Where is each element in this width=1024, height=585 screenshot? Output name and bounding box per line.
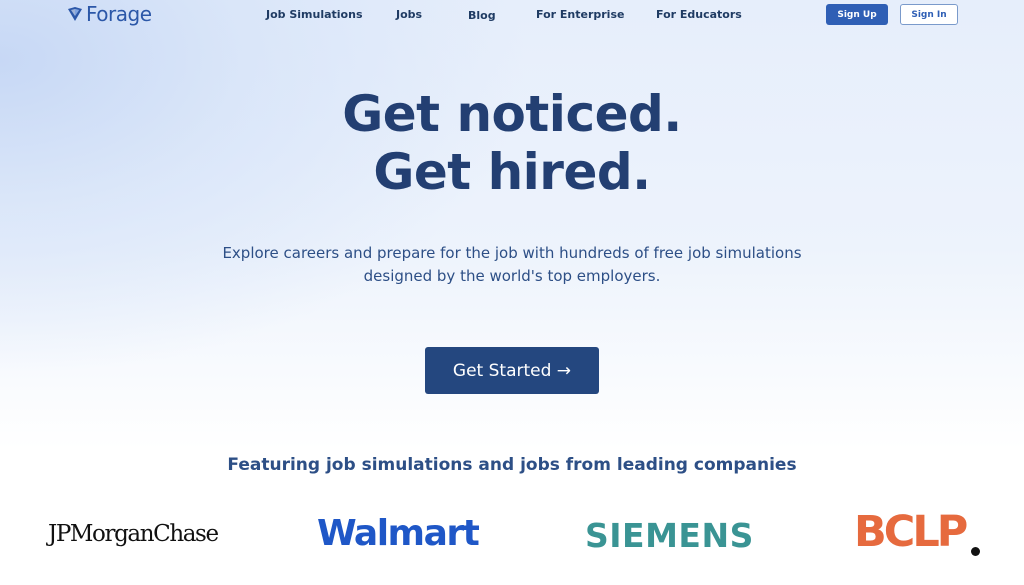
forage-logo[interactable]: Forage <box>67 2 152 26</box>
bclp-logo-dot <box>971 547 980 556</box>
subtitle-line-1: Explore careers and prepare for the job … <box>222 244 802 262</box>
nav-for-enterprise[interactable]: For Enterprise <box>536 8 624 21</box>
sign-up-button[interactable]: Sign Up <box>826 4 888 25</box>
top-nav: Forage Job Simulations Jobs Blog For Ent… <box>0 0 1024 30</box>
bclp-logo: BCLP <box>854 507 968 557</box>
get-started-button[interactable]: Get Started → <box>425 347 599 394</box>
subtitle-line-2: designed by the world's top employers. <box>363 267 661 285</box>
jpmorganchase-logo: JPMorganChase <box>48 521 219 547</box>
walmart-logo: Walmart <box>317 513 480 554</box>
forage-logo-icon <box>67 6 83 22</box>
headline-line-1: Get noticed. <box>342 85 682 143</box>
featuring-heading: Featuring job simulations and jobs from … <box>227 455 797 475</box>
siemens-logo: SIEMENS <box>585 516 754 555</box>
sign-in-button[interactable]: Sign In <box>900 4 958 25</box>
logo-wordmark: Forage <box>86 2 152 26</box>
headline-line-2: Get hired. <box>373 143 651 201</box>
nav-for-educators[interactable]: For Educators <box>656 8 742 21</box>
nav-job-simulations[interactable]: Job Simulations <box>266 8 363 21</box>
nav-blog[interactable]: Blog <box>468 9 496 22</box>
nav-jobs[interactable]: Jobs <box>396 8 422 21</box>
